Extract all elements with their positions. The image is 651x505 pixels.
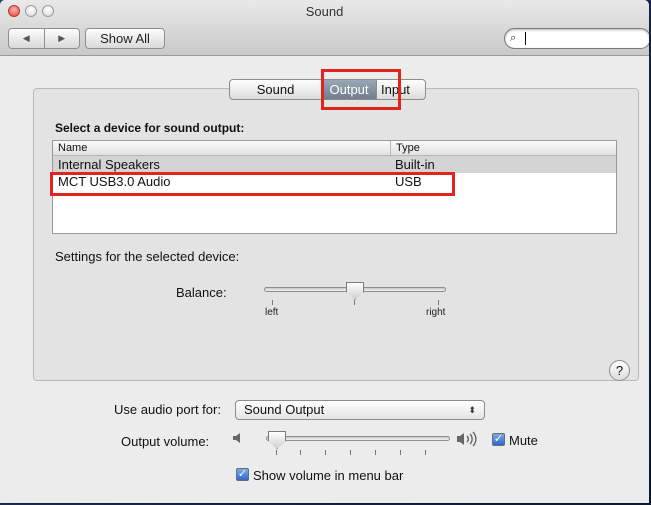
title-bar: Sound ◀ ▶ Show All ⌕ [0,0,649,56]
show-all-button[interactable]: Show All [85,28,165,49]
balance-tick [272,300,273,305]
select-arrows-icon: ⬍ [468,405,476,415]
speaker-high-icon [456,431,482,450]
text-cursor [525,32,526,45]
mute-label: Mute [509,433,538,448]
audio-port-select[interactable]: Sound Output ⬍ [235,400,485,420]
mute-checkbox[interactable]: ✓ [492,433,505,446]
forward-arrow-icon: ▶ [58,33,66,43]
volume-slider-track[interactable] [266,436,450,441]
device-type: Built-in [395,157,435,172]
balance-left-label: left [265,307,279,318]
volume-slider-knob[interactable] [268,431,286,449]
balance-label: Balance: [176,285,227,300]
sound-preferences-window: Sound ◀ ▶ Show All ⌕ Sound Effects Outpu… [0,0,649,503]
device-type: USB [395,174,422,189]
tab-bar: Sound Effects Output Input [229,79,426,100]
speaker-low-icon [232,431,246,448]
nav-buttons: ◀ ▶ [8,28,80,49]
tab-input[interactable]: Input [377,80,425,99]
show-volume-label: Show volume in menu bar [253,468,404,483]
volume-tick [350,450,351,455]
settings-label: Settings for the selected device: [55,249,240,264]
volume-tick [300,450,301,455]
balance-tick [438,300,439,305]
balance-right-label: right [426,307,446,318]
column-header-name[interactable]: Name [58,142,87,154]
volume-tick [276,450,277,455]
show-volume-checkbox[interactable]: ✓ [236,468,249,481]
select-device-title: Select a device for sound output: [55,121,245,135]
device-name: Internal Speakers [58,157,160,172]
search-input[interactable]: ⌕ [504,28,649,49]
volume-tick [425,450,426,455]
volume-tick [400,450,401,455]
device-row-internal-speakers[interactable]: Internal Speakers Built-in [53,156,616,173]
search-icon: ⌕ [510,32,517,44]
table-header: Name Type [53,141,616,156]
device-name: MCT USB3.0 Audio [58,174,171,189]
tab-sound-effects[interactable]: Sound Effects [230,80,322,99]
audio-port-label: Use audio port for: [114,402,221,417]
device-row-mct-usb[interactable]: MCT USB3.0 Audio USB [53,173,616,190]
forward-button[interactable]: ▶ [45,29,80,48]
audio-port-value: Sound Output [244,402,325,417]
volume-tick [325,450,326,455]
output-volume-label: Output volume: [121,434,210,449]
tab-output[interactable]: Output [322,80,377,99]
balance-tick [354,300,355,305]
column-header-type[interactable]: Type [390,141,420,155]
back-arrow-icon: ◀ [22,33,30,43]
volume-tick [375,450,376,455]
device-table: Name Type Internal Speakers Built-in MCT… [52,140,617,234]
help-button[interactable]: ? [609,360,630,381]
window-title: Sound [305,4,344,19]
back-button[interactable]: ◀ [9,29,45,48]
